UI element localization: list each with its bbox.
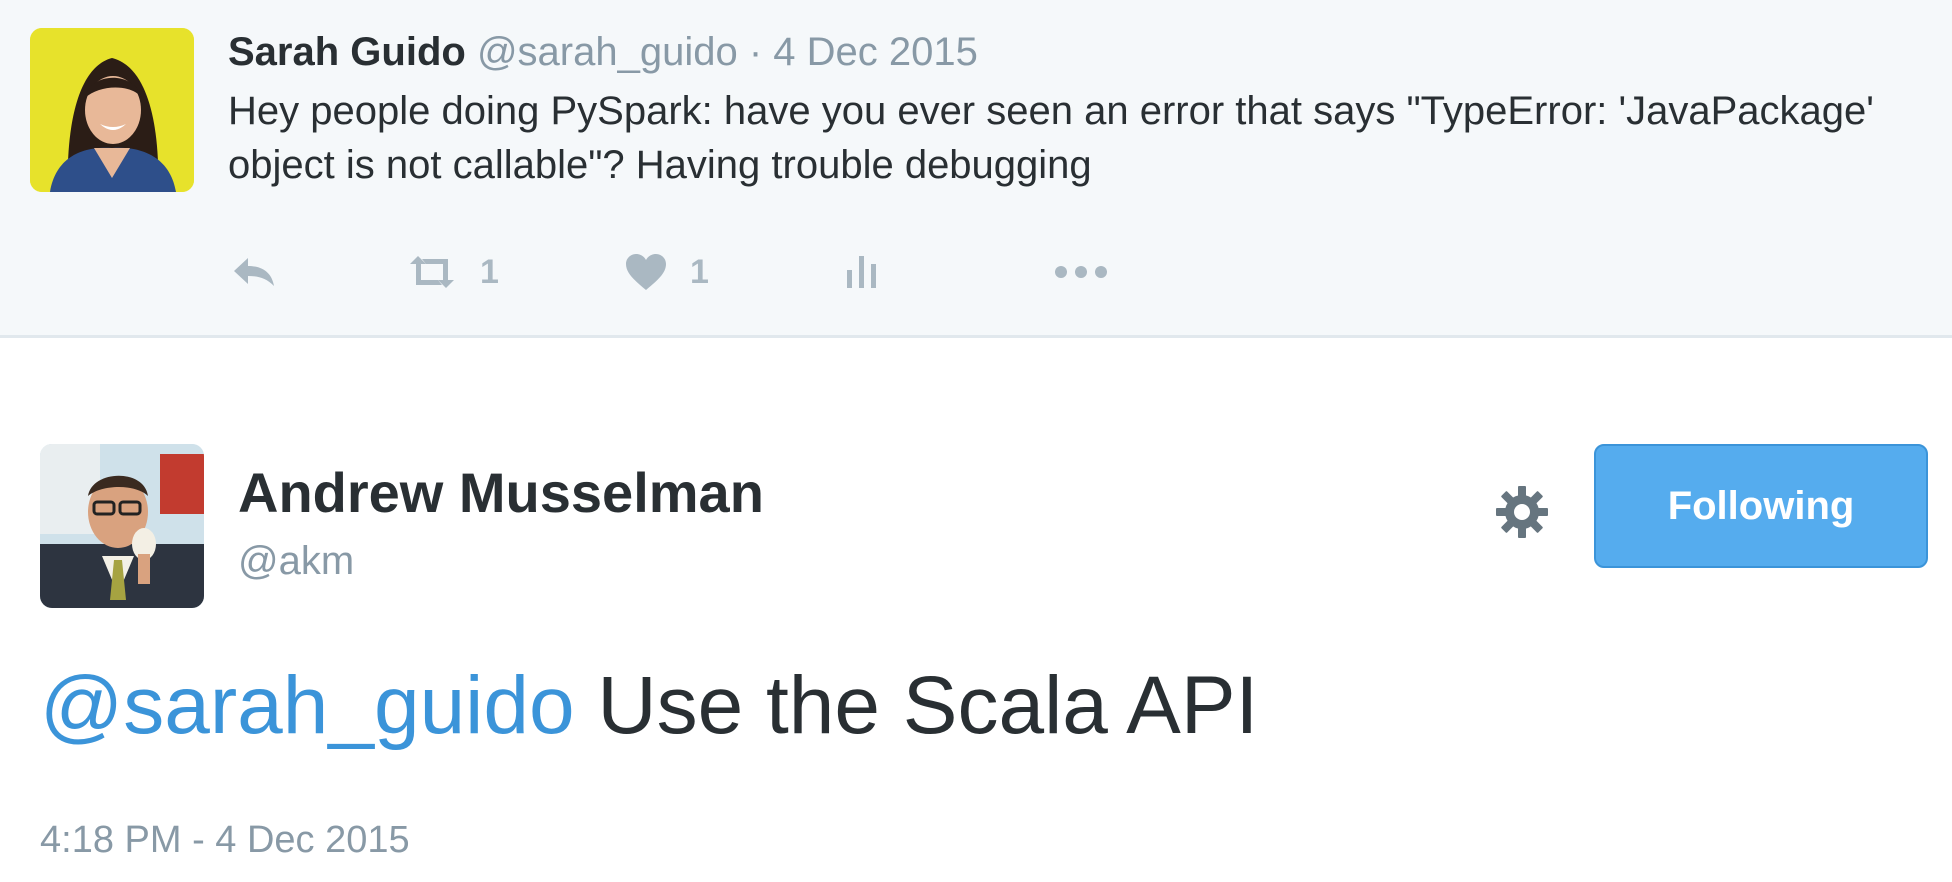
gear-icon: [1496, 486, 1548, 538]
tweet-body: Use the Scala API: [574, 660, 1259, 751]
avatar-image: [40, 444, 204, 608]
parent-tweet: Sarah Guido @sarah_guido · 4 Dec 2015 He…: [0, 0, 1952, 338]
tweet-date[interactable]: 4 Dec 2015: [773, 30, 978, 74]
parent-tweet-text: Hey people doing PySpark: have you ever …: [228, 89, 1874, 187]
retweet-icon: [410, 256, 454, 288]
author-handle[interactable]: @akm: [238, 537, 354, 585]
avatar[interactable]: [30, 28, 194, 192]
tweet-text: @sarah_guido Use the Scala API: [40, 656, 1258, 756]
parent-tweet-header: Sarah Guido @sarah_guido · 4 Dec 2015: [228, 26, 978, 78]
analytics-button[interactable]: [842, 246, 882, 298]
author-name[interactable]: Sarah Guido: [228, 30, 466, 74]
avatar-image: [30, 28, 194, 192]
avatar[interactable]: [40, 444, 204, 608]
reply-icon: [234, 258, 274, 286]
settings-button[interactable]: [1490, 480, 1554, 544]
retweet-count: 1: [480, 252, 499, 291]
more-button[interactable]: [1054, 246, 1108, 298]
following-button[interactable]: Following: [1594, 444, 1928, 568]
heart-icon: [626, 254, 666, 290]
mention-link[interactable]: @sarah_guido: [40, 660, 575, 751]
author-handle[interactable]: @sarah_guido: [477, 30, 738, 74]
tweet-timestamp[interactable]: 4:18 PM - 4 Dec 2015: [40, 816, 410, 864]
tweet-actions: 1 1: [228, 246, 1428, 298]
reply-button[interactable]: [232, 246, 276, 298]
separator: ·: [748, 30, 763, 74]
retweet-button[interactable]: 1: [406, 246, 499, 298]
main-tweet: Andrew Musselman @akm Following @sarah_g…: [0, 341, 1952, 882]
more-dots-icon: [1055, 266, 1107, 278]
analytics-icon: [847, 256, 876, 288]
author-name[interactable]: Andrew Musselman: [238, 461, 764, 525]
like-button[interactable]: 1: [624, 246, 709, 298]
like-count: 1: [690, 252, 709, 291]
